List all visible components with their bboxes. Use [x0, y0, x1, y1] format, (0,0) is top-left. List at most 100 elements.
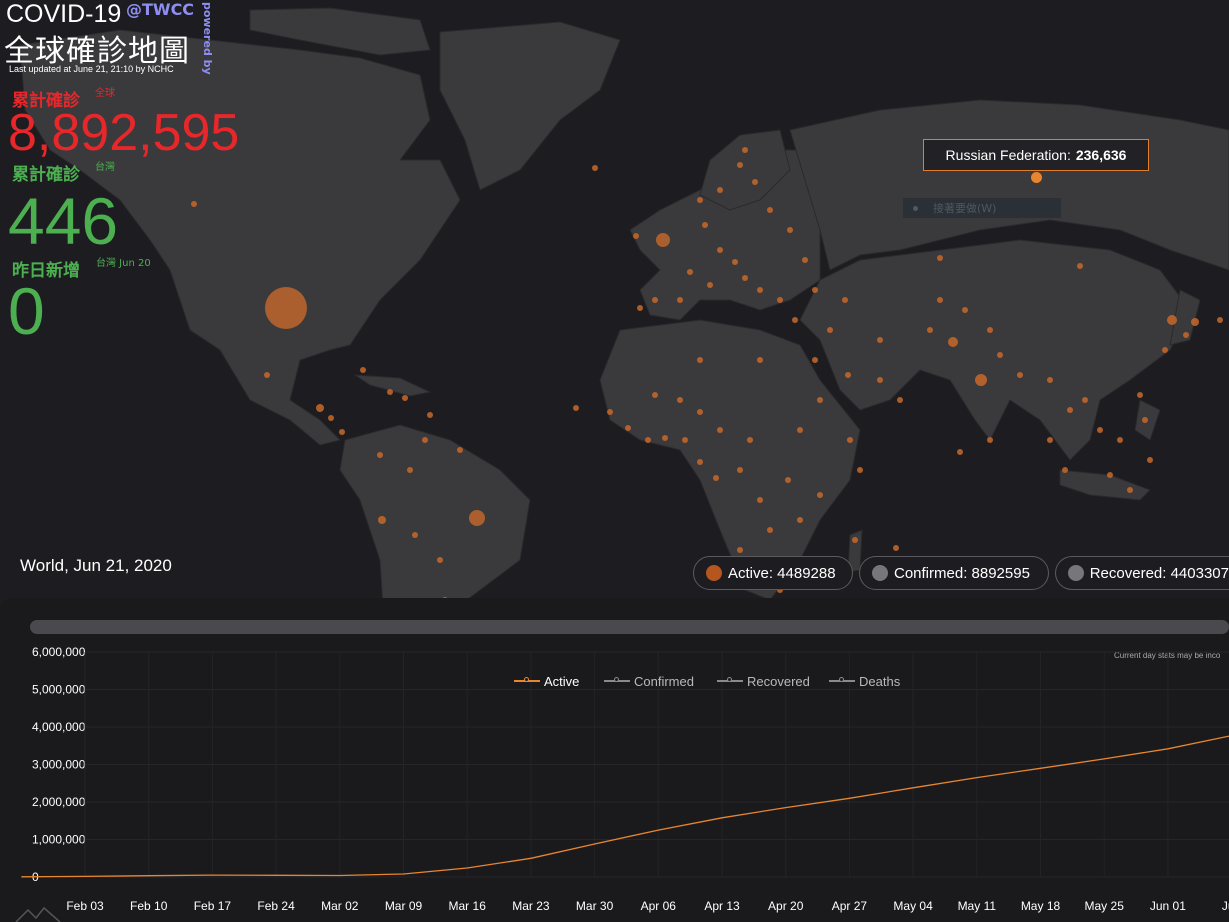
case-bubble[interactable] [707, 282, 713, 288]
case-bubble[interactable] [927, 327, 933, 333]
case-bubble[interactable] [437, 557, 443, 563]
case-bubble[interactable] [852, 537, 858, 543]
case-bubble[interactable] [717, 187, 723, 193]
case-bubble[interactable] [427, 412, 433, 418]
case-bubble[interactable] [1077, 263, 1083, 269]
case-bubble[interactable] [1017, 372, 1023, 378]
case-bubble[interactable] [847, 437, 853, 443]
case-bubble[interactable] [792, 317, 798, 323]
case-bubble[interactable] [1097, 427, 1103, 433]
case-bubble[interactable] [842, 297, 848, 303]
case-bubble[interactable] [937, 297, 943, 303]
case-bubble[interactable] [877, 337, 883, 343]
case-bubble[interactable] [742, 147, 748, 153]
case-bubble[interactable] [1082, 397, 1088, 403]
case-bubble[interactable] [378, 516, 386, 524]
case-bubble[interactable] [802, 257, 808, 263]
case-bubble[interactable] [987, 437, 993, 443]
case-bubble[interactable] [1107, 472, 1113, 478]
confirmed-toggle[interactable]: Confirmed: 8892595 [859, 556, 1049, 590]
case-bubble[interactable] [812, 287, 818, 293]
case-bubble[interactable] [1067, 407, 1073, 413]
case-bubble[interactable] [687, 269, 693, 275]
case-bubble[interactable] [857, 467, 863, 473]
case-bubble[interactable] [785, 477, 791, 483]
case-bubble[interactable] [767, 207, 773, 213]
case-bubble[interactable] [652, 392, 658, 398]
case-bubble[interactable] [737, 547, 743, 553]
case-bubble[interactable] [797, 517, 803, 523]
case-bubble[interactable] [407, 467, 413, 473]
case-bubble[interactable] [1191, 318, 1199, 326]
case-bubble[interactable] [717, 247, 723, 253]
case-bubble[interactable] [1147, 457, 1153, 463]
case-bubble[interactable] [316, 404, 324, 412]
case-bubble[interactable] [1047, 377, 1053, 383]
case-bubble[interactable] [265, 287, 307, 329]
case-bubble[interactable] [328, 415, 334, 421]
case-bubble[interactable] [897, 397, 903, 403]
case-bubble[interactable] [737, 467, 743, 473]
case-bubble[interactable] [264, 372, 270, 378]
case-bubble[interactable] [633, 233, 639, 239]
case-bubble[interactable] [957, 449, 963, 455]
case-bubble[interactable] [713, 475, 719, 481]
case-bubble[interactable] [1062, 467, 1068, 473]
case-bubble[interactable] [1117, 437, 1123, 443]
case-bubble[interactable] [817, 397, 823, 403]
case-bubble[interactable] [457, 447, 463, 453]
legend-active[interactable]: Active [514, 673, 579, 689]
case-bubble[interactable] [422, 437, 428, 443]
case-bubble[interactable] [191, 201, 197, 207]
case-bubble[interactable] [637, 305, 643, 311]
case-bubble[interactable] [656, 233, 670, 247]
case-bubble[interactable] [877, 377, 883, 383]
case-bubble[interactable] [677, 297, 683, 303]
recovered-toggle[interactable]: Recovered: 4403307 [1055, 556, 1229, 590]
case-bubble[interactable] [732, 259, 738, 265]
case-bubble[interactable] [845, 372, 851, 378]
case-bubble[interactable] [975, 374, 987, 386]
case-bubble[interactable] [997, 352, 1003, 358]
case-bubble[interactable] [1217, 317, 1223, 323]
case-bubble[interactable] [645, 437, 651, 443]
case-bubble[interactable] [360, 367, 366, 373]
case-bubble[interactable] [662, 435, 668, 441]
case-bubble[interactable] [1167, 315, 1177, 325]
case-bubble[interactable] [817, 492, 823, 498]
case-bubble[interactable] [752, 179, 758, 185]
legend-recovered[interactable]: Recovered [717, 673, 810, 689]
case-bubble[interactable] [412, 532, 418, 538]
case-bubble[interactable] [777, 297, 783, 303]
case-bubble[interactable] [339, 429, 345, 435]
case-bubble[interactable] [717, 427, 723, 433]
case-bubble[interactable] [737, 162, 743, 168]
case-bubble[interactable] [402, 395, 408, 401]
case-bubble[interactable] [377, 452, 383, 458]
case-bubble[interactable] [697, 459, 703, 465]
case-bubble[interactable] [747, 437, 753, 443]
case-bubble[interactable] [797, 427, 803, 433]
case-bubble[interactable] [757, 497, 763, 503]
case-bubble[interactable] [1183, 332, 1189, 338]
case-bubble[interactable] [757, 357, 763, 363]
active-toggle[interactable]: Active: 4489288 [693, 556, 853, 590]
case-bubble[interactable] [787, 227, 793, 233]
case-bubble[interactable] [387, 389, 393, 395]
case-bubble[interactable] [742, 275, 748, 281]
case-bubble[interactable] [697, 409, 703, 415]
case-bubble[interactable] [607, 409, 613, 415]
case-bubble[interactable] [757, 287, 763, 293]
case-bubble[interactable] [652, 297, 658, 303]
case-bubble[interactable] [625, 425, 631, 431]
case-bubble[interactable] [1142, 417, 1148, 423]
case-bubble[interactable] [677, 397, 683, 403]
twcc-link[interactable]: @TWCC [126, 0, 194, 19]
case-bubble[interactable] [697, 197, 703, 203]
case-bubble[interactable] [1137, 392, 1143, 398]
case-bubble[interactable] [1047, 437, 1053, 443]
case-bubble[interactable] [1127, 487, 1133, 493]
case-bubble[interactable] [962, 307, 968, 313]
case-bubble[interactable] [592, 165, 598, 171]
case-bubble[interactable] [893, 545, 899, 551]
